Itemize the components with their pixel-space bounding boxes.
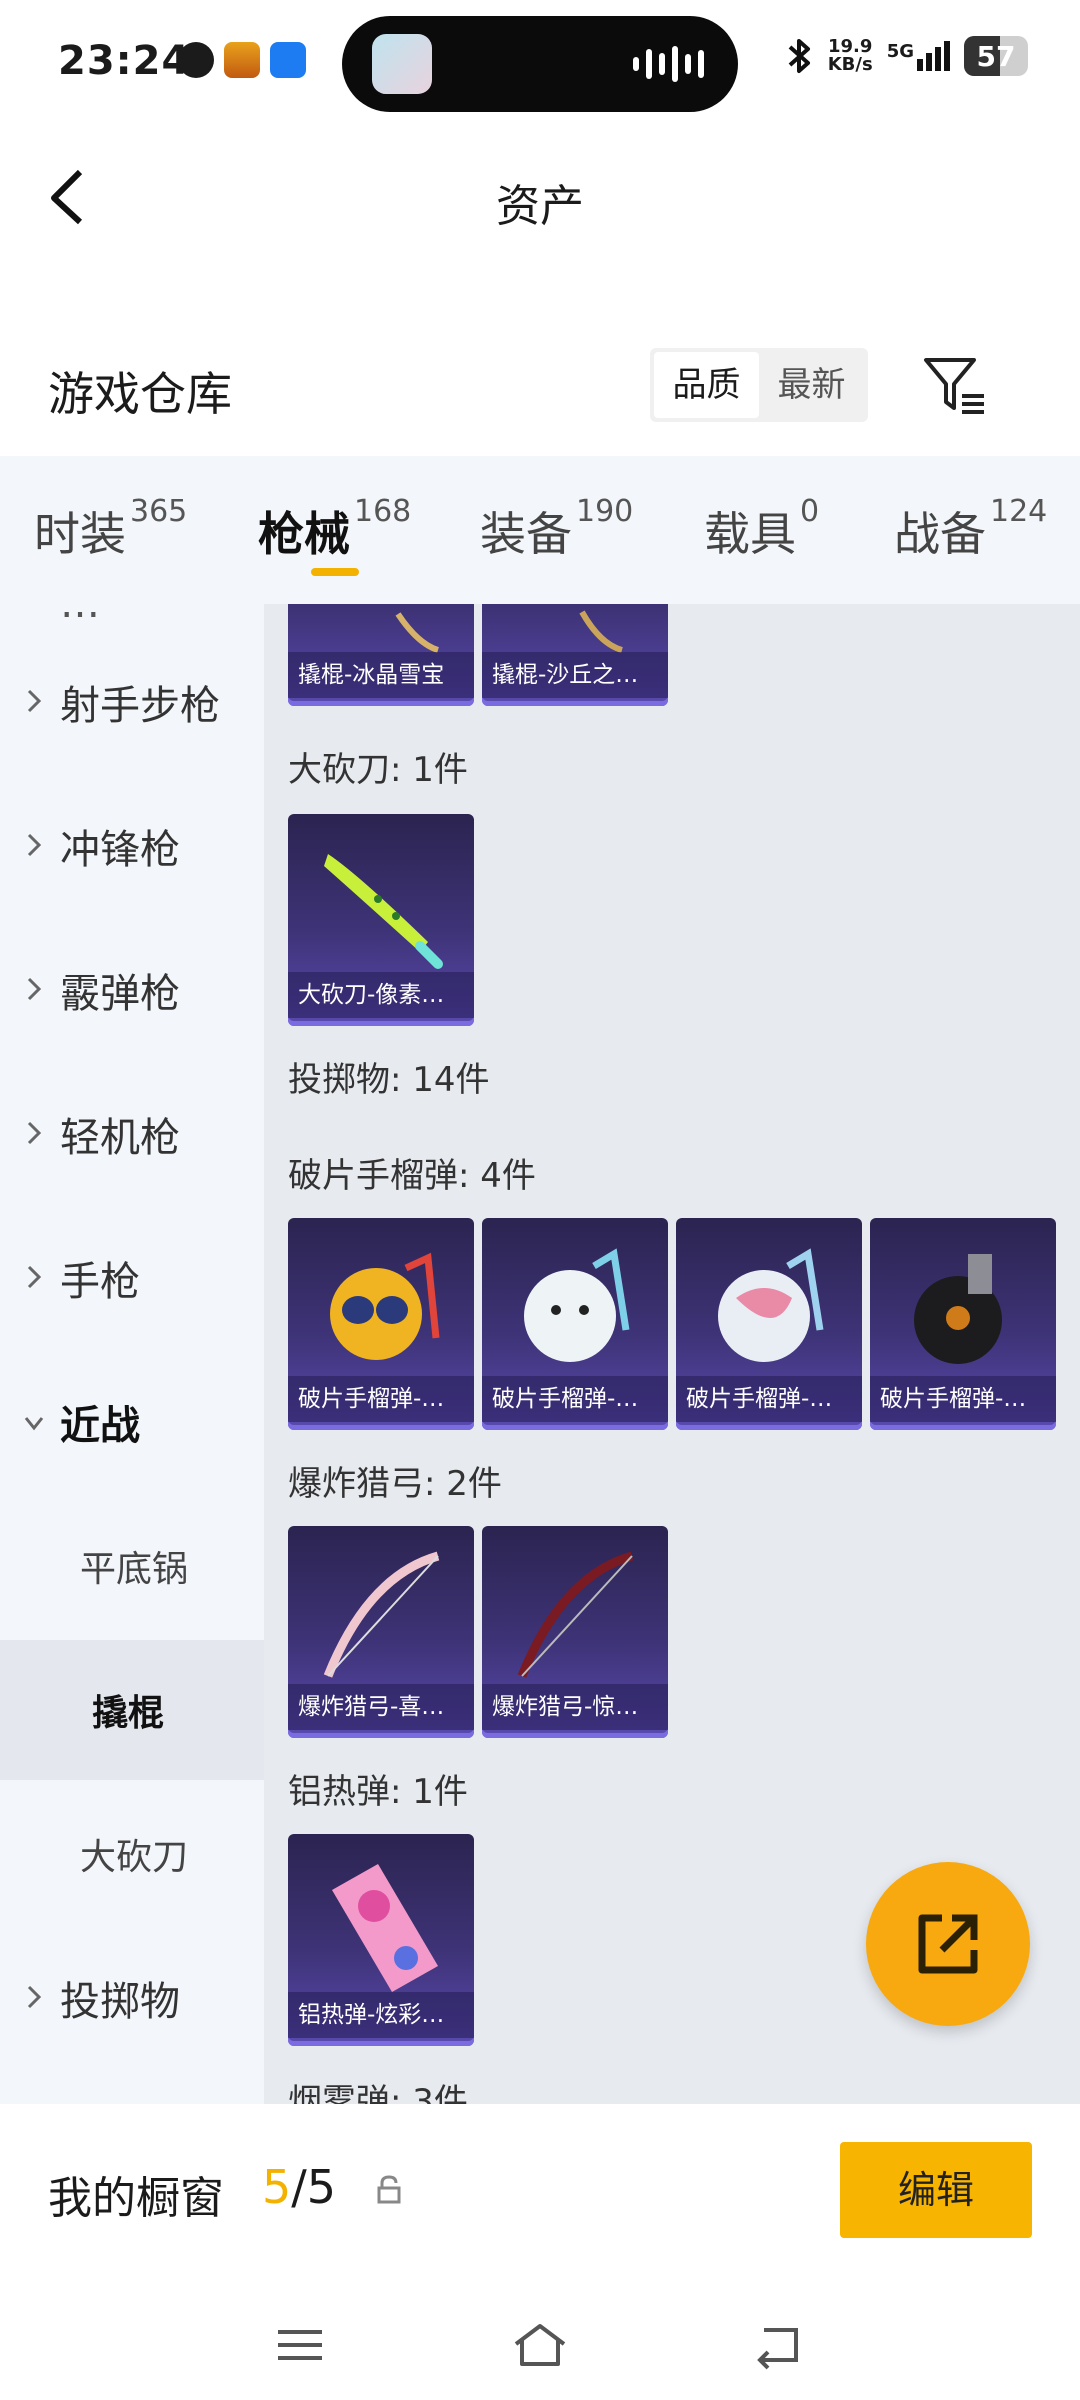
- lock-icon: [377, 2175, 401, 2204]
- tab-vehicles[interactable]: 载具 0: [704, 494, 819, 564]
- item-card[interactable]: 撬棍-冰晶雪宝: [288, 604, 474, 706]
- battery-indicator: 57: [964, 36, 1028, 76]
- sidebar-item-smg[interactable]: 冲锋枪: [0, 776, 264, 916]
- chevron-right-icon: [27, 977, 42, 1001]
- warehouse-title: 游戏仓库: [48, 367, 232, 421]
- showcase-count: 5/5: [262, 2160, 337, 2214]
- section-title: 铝热弹: 1件: [288, 1772, 468, 1812]
- item-card[interactable]: 破片手榴弹-…: [676, 1218, 862, 1430]
- status-time: 23:24: [58, 38, 191, 84]
- section-title: 破片手榴弹: 4件: [288, 1156, 536, 1196]
- home-icon[interactable]: [510, 2320, 570, 2370]
- section-title: 大砍刀: 1件: [288, 750, 468, 790]
- audio-wave-icon: [633, 46, 704, 82]
- tab-equipment[interactable]: 装备 190: [480, 494, 633, 564]
- chevron-down-icon: [24, 1417, 44, 1431]
- section-title: 烟雾弹: 3件: [288, 2082, 468, 2104]
- menu-icon[interactable]: [270, 2320, 330, 2370]
- share-external-icon: [918, 1914, 978, 1974]
- chevron-right-icon: [27, 833, 42, 857]
- section-title: 爆炸猎弓: 2件: [288, 1464, 502, 1504]
- sidebar-item-shotgun[interactable]: 霰弹枪: [0, 920, 264, 1060]
- sidebar-item-melee[interactable]: 近战: [0, 1352, 264, 1492]
- sidebar-item-throwables[interactable]: 投掷物: [0, 1928, 264, 2068]
- chevron-right-icon: [27, 1121, 42, 1145]
- sidebar-item-lmg[interactable]: 轻机枪: [0, 1064, 264, 1204]
- net-speed: 19.9 KB/s: [827, 36, 873, 75]
- sort-newest-button[interactable]: 最新: [759, 352, 864, 418]
- item-card[interactable]: 破片手榴弹-…: [482, 1218, 668, 1430]
- filter-icon[interactable]: [920, 350, 990, 420]
- section-title: 投掷物: 14件: [288, 1060, 490, 1100]
- bluetooth-icon: [788, 39, 810, 73]
- showcase-title: 我的橱窗: [48, 2173, 224, 2224]
- weibo-icon: [178, 42, 214, 78]
- chevron-right-icon: [27, 1985, 42, 2009]
- top-app-bar: 资产: [0, 130, 1080, 260]
- sidebar-item-pan[interactable]: 平底锅: [0, 1496, 264, 1636]
- sidebar-item-machete[interactable]: 大砍刀: [0, 1784, 264, 1924]
- sidebar-item-marksman[interactable]: 射手步枪: [0, 632, 264, 772]
- page-title: 资产: [496, 181, 584, 232]
- sidebar-item-crowbar[interactable]: 撬棍: [0, 1640, 264, 1780]
- tab-active-indicator: [311, 568, 359, 576]
- chevron-right-icon: [27, 1265, 42, 1289]
- item-card[interactable]: 大砍刀-像素…: [288, 814, 474, 1026]
- sort-quality-button[interactable]: 品质: [654, 352, 759, 418]
- showcase-bar: 我的橱窗 5/5 编辑: [0, 2104, 1080, 2400]
- edit-button[interactable]: 编辑: [840, 2142, 1032, 2238]
- app-thumbnail-icon: [372, 34, 432, 94]
- app-badge-icon: [224, 42, 260, 78]
- tab-firearms[interactable]: 枪械 168: [258, 494, 411, 564]
- back-icon[interactable]: [750, 2320, 810, 2370]
- item-card[interactable]: 撬棍-沙丘之…: [482, 604, 668, 706]
- share-button[interactable]: [866, 1862, 1030, 2026]
- status-app-icons: [178, 42, 306, 78]
- radio-icon: [270, 42, 306, 78]
- item-card[interactable]: 破片手榴弹-…: [288, 1218, 474, 1430]
- sidebar-item-pistol[interactable]: 手枪: [0, 1208, 264, 1348]
- signal-icon: 5G: [887, 41, 950, 71]
- dynamic-island: [342, 16, 738, 112]
- status-bar: 23:24 19.9 KB/s 5G 57: [0, 0, 1080, 130]
- item-card[interactable]: 铝热弹-炫彩…: [288, 1834, 474, 2046]
- sidebar: … 射手步枪 冲锋枪 霰弹枪 轻机枪 手枪 近战 平底锅 撬棍 大砍刀 投掷物: [0, 604, 264, 2104]
- status-right: 19.9 KB/s 5G 57: [786, 36, 1028, 76]
- item-card[interactable]: 破片手榴弹-…: [870, 1218, 1056, 1430]
- item-card[interactable]: 爆炸猎弓-喜…: [288, 1526, 474, 1738]
- category-tabs: 时装 365 枪械 168 装备 190 载具 0 战备 124: [0, 456, 1080, 604]
- item-card[interactable]: 爆炸猎弓-惊…: [482, 1526, 668, 1738]
- tab-gear[interactable]: 战备 124: [894, 494, 1047, 564]
- tab-fashion[interactable]: 时装 365: [34, 494, 187, 564]
- chevron-right-icon: [27, 689, 42, 713]
- sort-toggle: 品质 最新: [650, 348, 868, 422]
- warehouse-header: 游戏仓库 品质 最新: [0, 330, 1080, 450]
